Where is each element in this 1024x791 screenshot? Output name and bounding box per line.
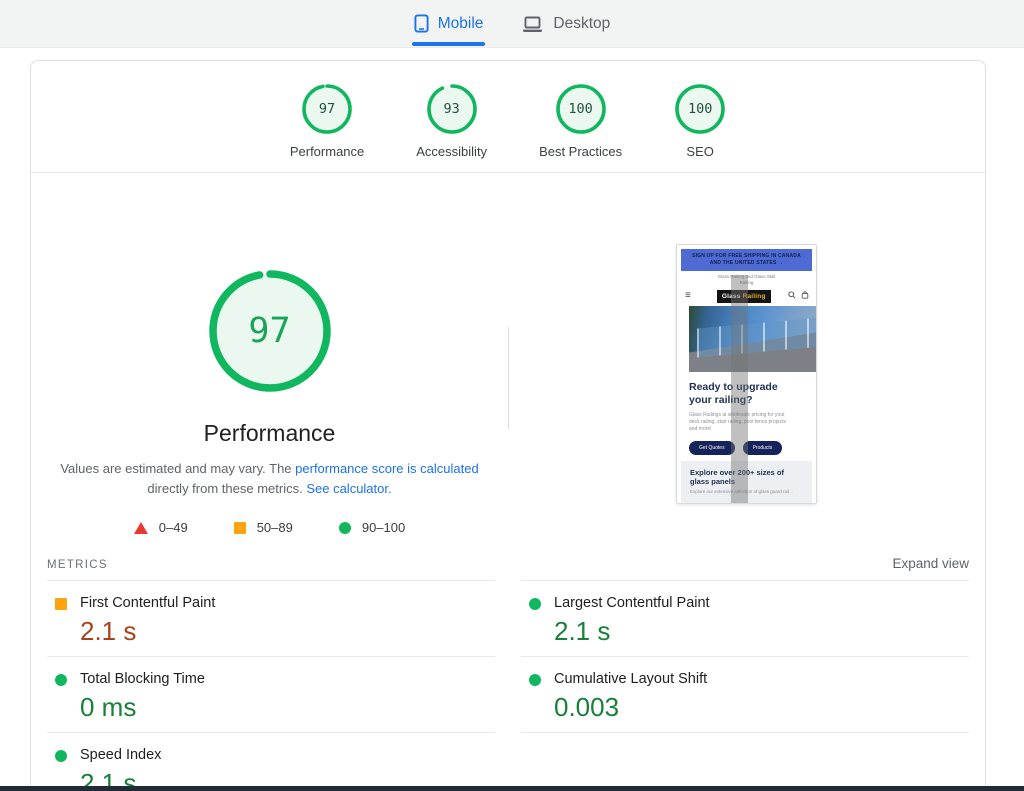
metric-value: 2.1 s [80, 616, 137, 646]
score-legend: 0–49 50–89 90–100 [133, 520, 406, 535]
metric-status-icon [529, 598, 541, 610]
metrics-section-title: METRICS [47, 559, 108, 571]
performance-gauge-column: 97 Performance Values are estimated and … [31, 173, 508, 549]
screenshot-scrollbar-overlay [731, 275, 748, 503]
device-tabs-bar: Mobile Desktop [0, 0, 1024, 48]
metric-value: 0.003 [554, 692, 620, 722]
score-calc-link[interactable]: performance score is calculated [295, 461, 479, 476]
metric-label: Cumulative Layout Shift [554, 671, 708, 687]
fail-triangle-icon [133, 521, 148, 534]
seo-score-value: 100 [687, 101, 713, 117]
screenshot-promo-banner: SIGN UP FOR FREE SHIPPING IN CANADA AND … [681, 249, 812, 271]
score-gauge-performance[interactable]: 97 Performance [290, 83, 364, 159]
metric-status-icon [55, 598, 67, 610]
score-disclaimer: Values are estimated and may vary. The p… [58, 459, 482, 499]
category-scores-row: 97 Performance 93 Accessibility 100 Best… [31, 61, 985, 173]
bottom-dark-strip [0, 786, 1024, 791]
disclaimer-text-2: directly from these metrics. [147, 481, 307, 496]
tab-desktop[interactable]: Desktop [521, 12, 610, 36]
metric-label: Speed Index [80, 747, 162, 763]
metric-value: 2.1 s [554, 616, 611, 646]
performance-main-gauge: 97 [206, 267, 334, 395]
laptop-icon [521, 15, 544, 33]
metric-label: First Contentful Paint [80, 595, 216, 611]
score-gauge-accessibility[interactable]: 93 Accessibility [416, 83, 487, 159]
performance-section-title: Performance [203, 420, 336, 446]
metric-cumulative-layout-shift: Cumulative Layout Shift 0.003 [521, 656, 969, 732]
cart-icon [801, 291, 809, 301]
legend-average-range: 50–89 [256, 520, 293, 535]
final-screenshot-column: SIGN UP FOR FREE SHIPPING IN CANADA AND … [508, 173, 985, 549]
pass-circle-icon [338, 521, 351, 534]
report-card: 97 Performance 93 Accessibility 100 Best… [30, 60, 986, 791]
metrics-grid: First Contentful Paint 2.1 s Largest Con… [31, 580, 985, 791]
performance-score-label: Performance [289, 144, 365, 159]
metrics-header: METRICS Expand view [31, 549, 985, 580]
pagespeed-report-page: Mobile Desktop 97 Performance 93 Accessi… [0, 0, 1024, 791]
legend-fail-range: 0–49 [158, 520, 188, 535]
metric-label: Largest Contentful Paint [554, 595, 710, 611]
legend-pass: 90–100 [338, 520, 406, 535]
metric-speed-index: Speed Index 2.1 s [47, 732, 495, 791]
screenshot-hero-image [689, 306, 816, 372]
tab-desktop-label: Desktop [553, 14, 611, 32]
hamburger-menu-icon: ≡ [685, 290, 691, 301]
search-icon [788, 291, 796, 301]
metric-status-icon [55, 674, 67, 686]
legend-average: 50–89 [233, 520, 293, 535]
metric-status-icon [55, 750, 67, 762]
legend-fail: 0–49 [133, 520, 188, 535]
see-calculator-link[interactable]: See calculator. [306, 481, 391, 496]
performance-main-score: 97 [248, 311, 291, 351]
smartphone-icon [414, 14, 429, 33]
metric-label: Total Blocking Time [80, 671, 205, 687]
screenshot-get-quotes-button: Get Quotes [689, 441, 735, 455]
metric-status-icon [529, 674, 541, 686]
best-practices-score-value: 100 [568, 101, 593, 117]
accessibility-score-label: Accessibility [416, 144, 488, 159]
metric-largest-contentful-paint: Largest Contentful Paint 2.1 s [521, 580, 969, 656]
screenshot-products-button: Products [742, 441, 783, 455]
performance-summary-row: 97 Performance Values are estimated and … [31, 173, 985, 549]
tab-mobile-label: Mobile [437, 14, 484, 32]
metric-first-contentful-paint: First Contentful Paint 2.1 s [47, 580, 495, 656]
legend-pass-range: 90–100 [361, 520, 406, 535]
average-square-icon [233, 521, 246, 534]
accessibility-score-value: 93 [443, 101, 460, 117]
disclaimer-text-1: Values are estimated and may vary. The [60, 461, 296, 476]
tab-mobile[interactable]: Mobile [411, 12, 486, 46]
performance-score-value: 97 [318, 101, 336, 117]
score-gauge-best-practices[interactable]: 100 Best Practices [539, 83, 622, 159]
metric-total-blocking-time: Total Blocking Time 0 ms [47, 656, 495, 732]
metric-value: 0 ms [80, 692, 137, 722]
expand-view-button[interactable]: Expand view [892, 556, 969, 571]
metric-placeholder [521, 732, 969, 791]
best-practices-score-label: Best Practices [539, 144, 623, 159]
seo-score-label: SEO [686, 144, 714, 159]
page-screenshot-thumbnail[interactable]: SIGN UP FOR FREE SHIPPING IN CANADA AND … [676, 244, 817, 504]
score-gauge-seo[interactable]: 100 SEO [674, 83, 726, 159]
